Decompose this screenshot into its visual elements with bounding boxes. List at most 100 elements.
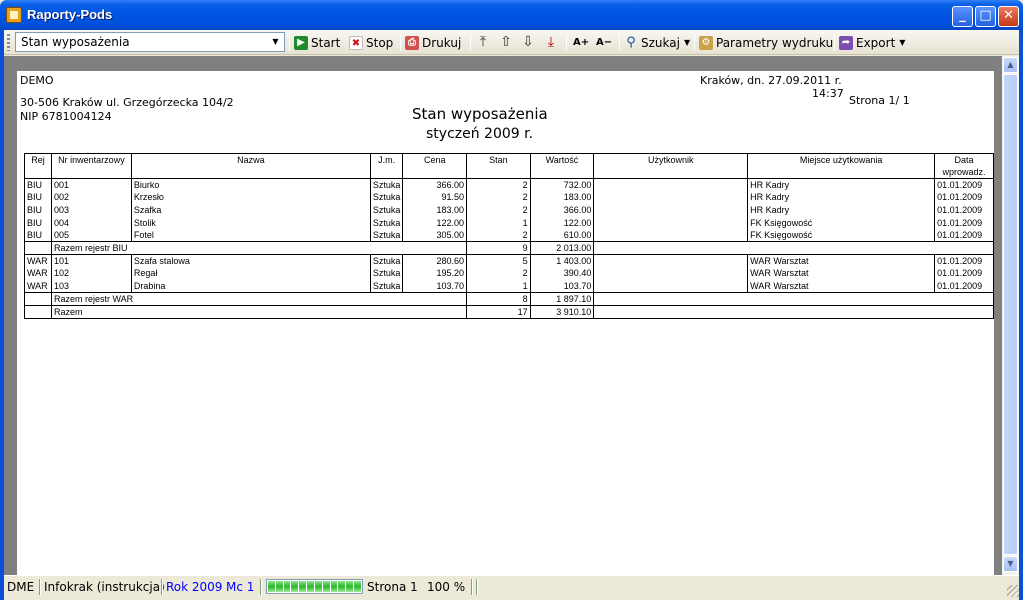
status-company: Infokrak (instrukcja) (44, 580, 165, 594)
report-select-value: Stan wyposażenia (21, 35, 130, 49)
cell-jm: Sztuka (369, 191, 404, 204)
cell-rej: WAR (24, 254, 52, 268)
print-params-label: Parametry wydruku (716, 35, 834, 50)
toolbar-separator (619, 34, 620, 51)
app-window: Raporty-Pods _ □ ✕ Stan wyposażenia ▼ ▶ … (0, 0, 1023, 600)
inventory-table: Rej Nr inwentarzowy Nazwa J.m. Cena Stan… (24, 153, 994, 319)
vertical-scrollbar[interactable]: ▲ ▼ (1002, 56, 1019, 575)
last-page-icon[interactable]: ⤓ (542, 33, 560, 52)
cell-nazwa: Krzesło (130, 191, 371, 204)
print-params-button[interactable]: ⚙ Parametry wydruku (699, 33, 833, 52)
cell-nazwa: Szafa stalowa (130, 254, 371, 268)
prev-page-icon[interactable]: ⇧ (497, 33, 515, 52)
col-header-rej: Rej (24, 153, 52, 179)
cell-wartosc: 183.00 (529, 191, 595, 204)
title-bar[interactable]: Raporty-Pods _ □ ✕ (0, 0, 1023, 30)
magnifier-icon: ⚲ (626, 34, 636, 50)
cell-data: 01.01.2009 (934, 191, 994, 204)
cell-cena: 305.00 (402, 228, 468, 242)
minimize-button[interactable]: _ (952, 6, 973, 27)
cell-jm: Sztuka (369, 267, 404, 280)
cell-rej: BIU (24, 178, 52, 192)
cell-miejsce: WAR Warsztat (747, 279, 936, 293)
table-row: WAR 101 Szafa stalowa Sztuka 280.60 5 1 403.00… (24, 254, 994, 268)
subtotal-stan: 9 (466, 240, 531, 255)
report-select[interactable]: Stan wyposażenia ▼ (15, 32, 285, 52)
progress-segment (354, 581, 361, 592)
cell-nazwa: Regał (130, 267, 371, 280)
next-page-icon[interactable]: ⇩ (519, 33, 537, 52)
cell-miejsce: HR Kadry (747, 203, 936, 217)
cell-stan: 2 (466, 267, 531, 280)
scroll-down-icon[interactable]: ▼ (1003, 556, 1018, 572)
report-place-date: Kraków, dn. 27.09.2011 r. (700, 74, 842, 87)
table-row: WAR 103 Drabina Sztuka 103.70 1 103.70 WAR Wars… (24, 279, 994, 293)
close-button[interactable]: ✕ (998, 6, 1019, 27)
table-cell (24, 240, 52, 255)
cell-data: 01.01.2009 (934, 228, 994, 242)
settings-icon: ⚙ (699, 35, 713, 50)
stop-button[interactable]: ✖ Stop (349, 33, 393, 52)
progress-segment (275, 581, 283, 592)
cell-rej: BIU (24, 191, 52, 204)
status-separator (471, 579, 473, 595)
status-separator (161, 579, 163, 595)
cell-rej: BIU (24, 216, 52, 229)
cell-stan: 1 (466, 216, 531, 229)
cell-nr: 103 (50, 279, 132, 293)
cell-nr: 101 (50, 254, 132, 268)
table-row: BIU 002 Krzesło Sztuka 91.50 2 183.00 HR Kadry 0… (24, 191, 994, 204)
print-button[interactable]: ⎙ Drukuj (405, 33, 461, 52)
cell-jm: Sztuka (369, 203, 404, 217)
cell-data: 01.01.2009 (934, 254, 994, 268)
progress-bar (266, 579, 363, 594)
status-db: DME (7, 580, 35, 594)
maximize-button[interactable]: □ (975, 6, 996, 27)
first-page-icon[interactable]: ⤒ (474, 33, 492, 52)
search-button[interactable]: ⚲ Szukaj ▼ (624, 33, 690, 52)
search-label: Szukaj (641, 35, 680, 50)
cell-nazwa: Drabina (130, 279, 371, 293)
report-preview[interactable]: DEMO 30-506 Kraków ul. Grzegórzecka 104/… (4, 56, 1019, 575)
toolbar: Stan wyposażenia ▼ ▶ Start ✖ Stop ⎙ Druk… (4, 30, 1019, 55)
table-row: BIU 003 Szafka Sztuka 183.00 2 366.00 HR Kadry 0… (24, 203, 994, 217)
resize-grip-icon[interactable] (1007, 585, 1019, 597)
chevron-down-icon[interactable]: ▼ (268, 34, 283, 50)
printer-icon: ⎙ (405, 35, 419, 50)
total-row: Razem 17 3 910.10 (24, 305, 994, 319)
report-page: DEMO 30-506 Kraków ul. Grzegórzecka 104/… (17, 71, 994, 575)
col-header-miejsce: Miejsce użytkowania (747, 153, 936, 179)
company-name: DEMO (20, 74, 54, 87)
subtotal-row-biu: Razem rejestr BIU 9 2 013.00 (24, 240, 994, 255)
cell-cena: 183.00 (402, 203, 468, 217)
progress-segment (346, 581, 354, 592)
start-button[interactable]: ▶ Start (294, 33, 340, 52)
cell-data: 01.01.2009 (934, 203, 994, 217)
export-button[interactable]: ➦ Export ▼ (839, 33, 905, 52)
cell-nr: 005 (50, 228, 132, 242)
cell-cena: 366.00 (402, 178, 468, 192)
cell-uzytkownik (593, 279, 749, 293)
font-larger-button[interactable]: A+ (573, 33, 589, 52)
cell-nr: 003 (50, 203, 132, 217)
subtotal-stan: 8 (466, 291, 531, 306)
cell-miejsce: WAR Warsztat (747, 267, 936, 280)
report-title: Stan wyposażenia (412, 105, 548, 123)
cell-stan: 2 (466, 191, 531, 204)
chevron-down-icon: ▼ (899, 38, 906, 47)
table-cell (24, 305, 52, 319)
subtotal-label: Razem rejestr BIU (50, 240, 468, 255)
status-zoom: 100 % (427, 580, 466, 594)
col-header-stan: Stan (466, 153, 531, 179)
font-smaller-button[interactable]: A− (596, 33, 612, 52)
cell-cena: 195.20 (402, 267, 468, 280)
print-label: Drukuj (422, 35, 462, 50)
cell-wartosc: 732.00 (529, 178, 595, 192)
cell-cena: 103.70 (402, 279, 468, 293)
client-area: Stan wyposażenia ▼ ▶ Start ✖ Stop ⎙ Druk… (4, 30, 1019, 600)
total-wartosc: 3 910.10 (529, 305, 595, 319)
toolbar-grip-icon[interactable] (7, 34, 10, 51)
scrollbar-thumb[interactable] (1003, 74, 1018, 555)
scroll-up-icon[interactable]: ▲ (1003, 57, 1018, 73)
cell-wartosc: 366.00 (529, 203, 595, 217)
